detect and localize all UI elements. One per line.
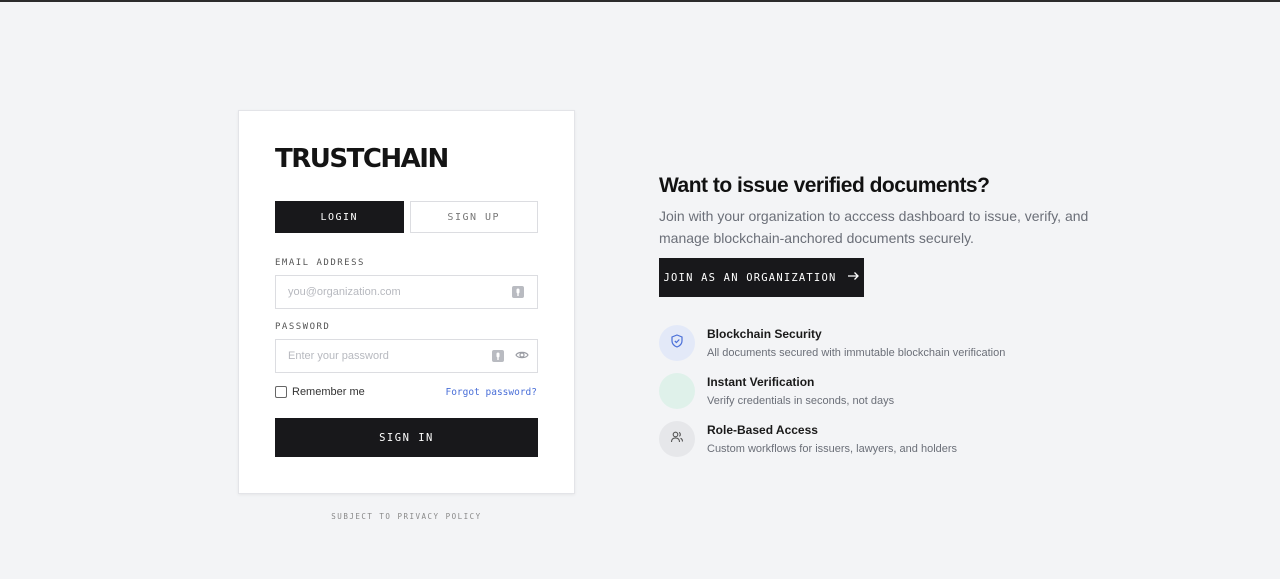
remember-checkbox[interactable] (275, 386, 287, 398)
feature-item: Blockchain Security All documents secure… (659, 325, 1005, 373)
autofill-key-icon[interactable] (511, 285, 525, 299)
feature-icon-circle (659, 421, 695, 457)
logo-text: TRUSTCHAIN (275, 144, 449, 174)
feature-icon-circle (659, 373, 695, 409)
login-card: TRUSTCHAIN LOGIN SIGN UP EMAIL ADDRESS P… (238, 110, 575, 494)
sign-in-button[interactable]: SIGN IN (275, 418, 538, 457)
feature-title: Role-Based Access (707, 423, 818, 437)
tab-login[interactable]: LOGIN (275, 201, 404, 233)
feature-title: Instant Verification (707, 375, 815, 389)
join-organization-button[interactable]: JOIN AS AN ORGANIZATION (659, 258, 864, 297)
password-field-wrapper (275, 339, 538, 373)
feature-item: Instant Verification Verify credentials … (659, 373, 1005, 421)
email-field-wrapper (275, 275, 538, 309)
shield-check-icon (670, 333, 684, 353)
tab-signup[interactable]: SIGN UP (409, 201, 538, 233)
feature-desc: Custom workflows for issuers, lawyers, a… (707, 443, 958, 455)
show-password-eye-icon[interactable] (515, 348, 529, 362)
autofill-key-icon[interactable] (491, 349, 505, 363)
feature-icon-circle (659, 325, 695, 361)
feature-list: Blockchain Security All documents secure… (659, 325, 1005, 469)
feature-item: Role-Based Access Custom workflows for i… (659, 421, 1005, 469)
privacy-policy-note[interactable]: SUBJECT TO PRIVACY POLICY (238, 512, 575, 521)
join-button-label: JOIN AS AN ORGANIZATION (663, 271, 837, 284)
forgot-password-link[interactable]: Forgot password? (445, 387, 537, 398)
trustchain-logo: TRUSTCHAIN (275, 144, 449, 174)
users-icon (670, 430, 684, 449)
arrow-right-icon (847, 271, 860, 284)
remember-me[interactable]: Remember me (275, 386, 365, 398)
email-input[interactable] (288, 276, 488, 308)
feature-desc: All documents secured with immutable blo… (707, 347, 1006, 359)
email-label: EMAIL ADDRESS (275, 258, 365, 268)
remember-label: Remember me (292, 386, 365, 398)
password-label: PASSWORD (275, 322, 331, 332)
auth-tabs: LOGIN SIGN UP (275, 201, 538, 233)
password-input[interactable] (288, 340, 488, 372)
promo-panel: Want to issue verified documents? Join w… (659, 174, 1099, 297)
promo-headline: Want to issue verified documents? (659, 174, 990, 197)
feature-desc: Verify credentials in seconds, not days (707, 395, 895, 407)
promo-subtext: Join with your organization to acccess d… (659, 208, 1089, 246)
feature-title: Blockchain Security (707, 327, 822, 341)
